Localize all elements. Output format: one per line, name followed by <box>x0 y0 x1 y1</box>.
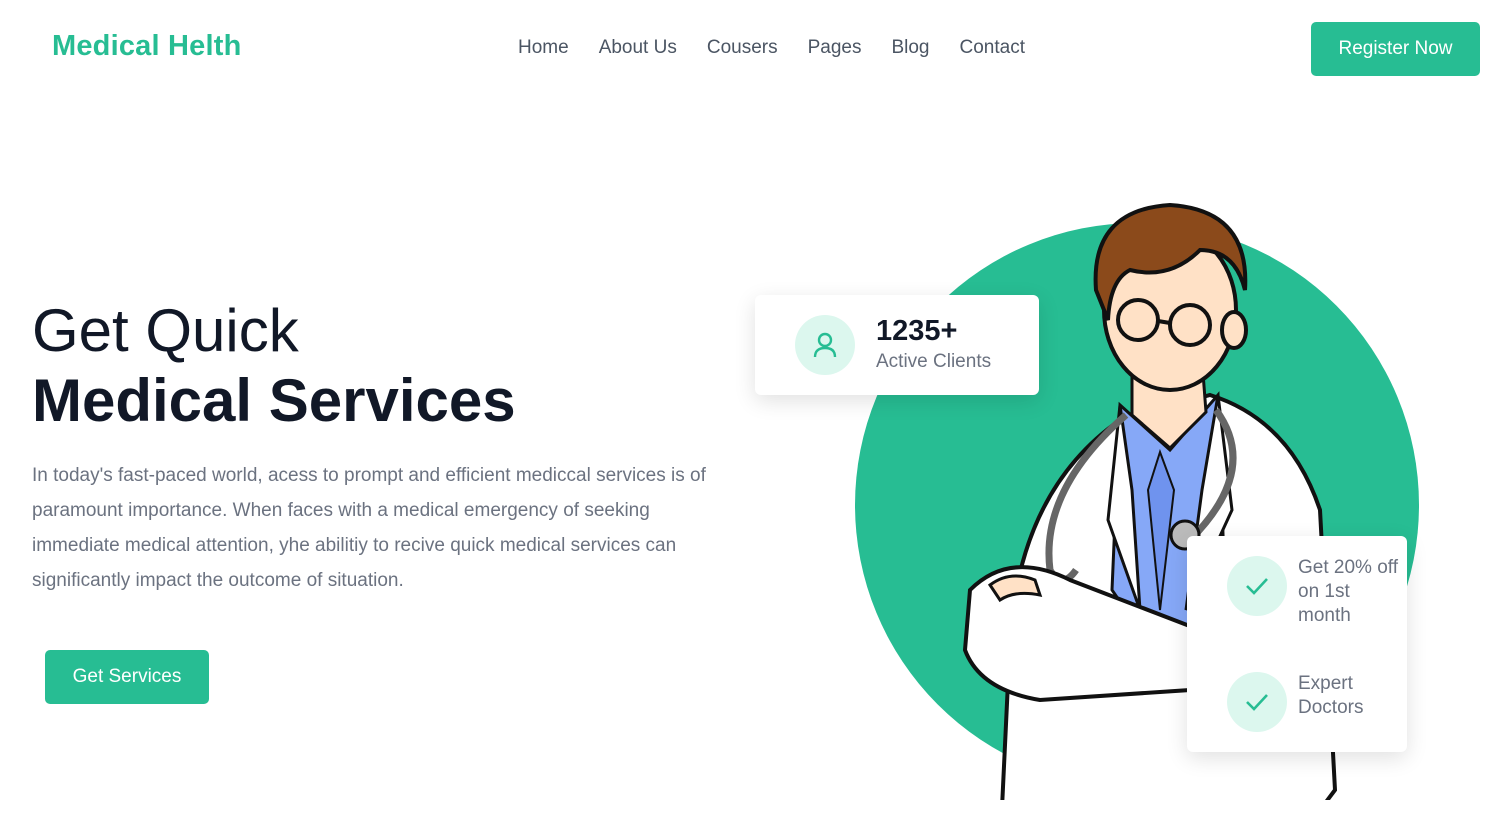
nav-link-contact[interactable]: Contact <box>960 37 1025 59</box>
check-icon <box>1227 672 1287 732</box>
get-services-button[interactable]: Get Services <box>45 650 209 704</box>
main-nav: Home About Us Cousers Pages Blog Contact <box>518 37 1025 59</box>
nav-link-about[interactable]: About Us <box>599 37 677 59</box>
nav-link-home[interactable]: Home <box>518 37 569 59</box>
brand-logo[interactable]: Medical Helth <box>52 30 242 63</box>
clients-label: Active Clients <box>876 351 992 372</box>
hero-description: In today's fast-paced world, acess to pr… <box>32 465 706 591</box>
register-button[interactable]: Register Now <box>1311 22 1480 76</box>
landing-page: Medical Helth Home About Us Cousers Page… <box>0 0 1508 815</box>
offers-card: Get 20% off on 1st month Expert Doctors <box>1187 536 1407 752</box>
clients-count: 1235+ <box>876 315 958 347</box>
check-icon <box>1227 556 1287 616</box>
offer-discount-text: Get 20% off on 1st month <box>1298 557 1398 626</box>
nav-link-pages[interactable]: Pages <box>808 37 862 59</box>
user-icon <box>795 315 855 375</box>
nav-link-courses[interactable]: Cousers <box>707 37 778 59</box>
active-clients-card: 1235+ Active Clients <box>755 295 1039 395</box>
nav-link-blog[interactable]: Blog <box>891 37 929 59</box>
hero-title-line1: Get Quick <box>32 297 299 364</box>
offer-experts-text: Expert Doctors <box>1298 673 1364 718</box>
hero-title-line2: Medical Services <box>32 367 516 434</box>
